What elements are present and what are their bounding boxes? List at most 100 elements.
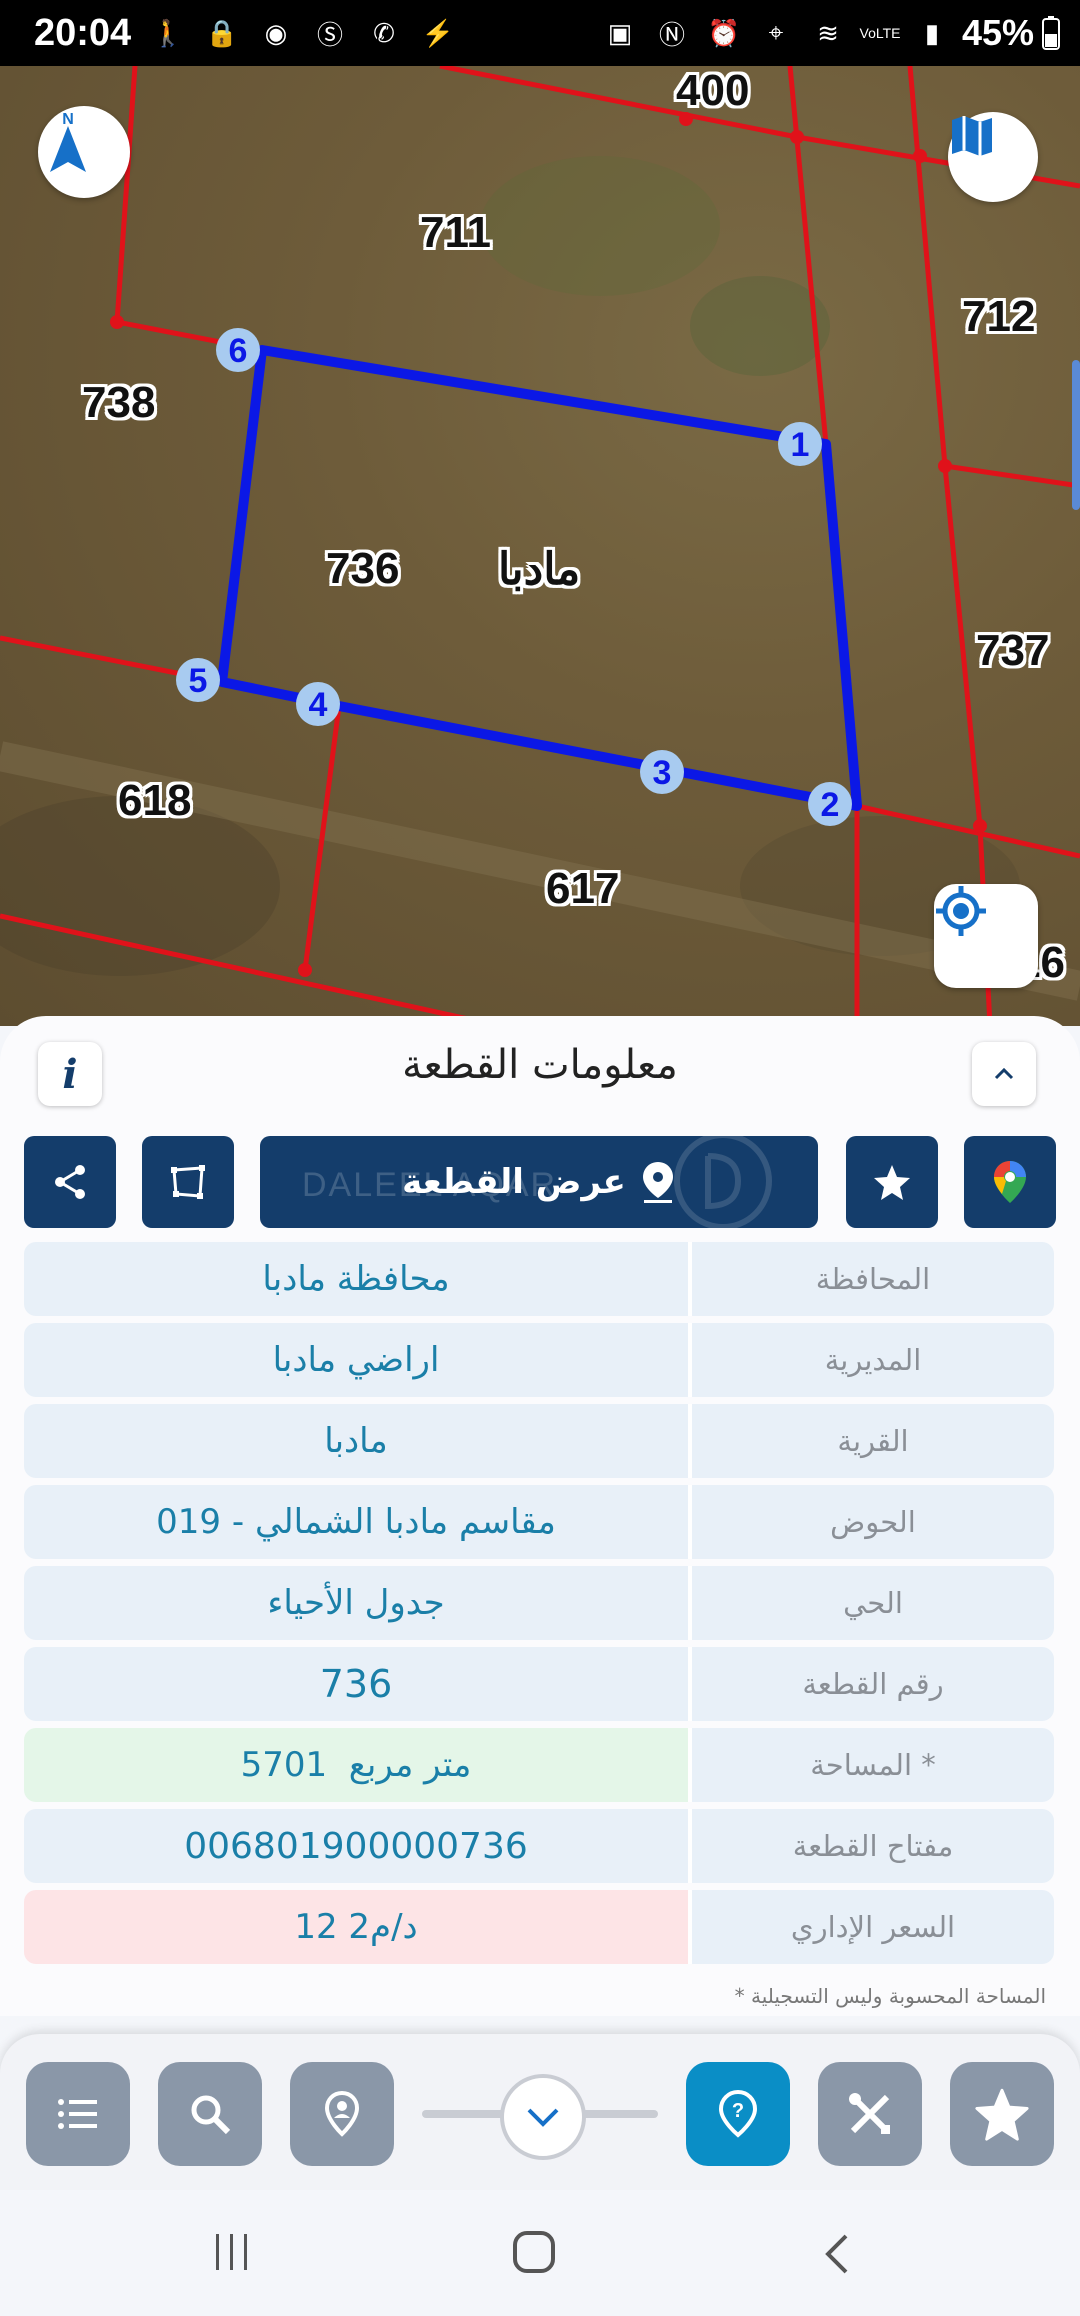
lot-label: 617 xyxy=(546,864,620,913)
vertex-marker-6[interactable]: 6 xyxy=(216,328,260,372)
help-pin-icon: ? xyxy=(718,2089,758,2138)
search-icon xyxy=(191,2095,231,2135)
tools-icon xyxy=(849,2093,890,2134)
system-nav-bar xyxy=(0,2190,1080,2316)
side-handle[interactable] xyxy=(1072,360,1080,510)
lot-label: 711 xyxy=(420,208,491,257)
search-button[interactable] xyxy=(158,2062,262,2166)
vertex-marker-4[interactable]: 4 xyxy=(296,682,340,726)
status-bar: 20:04 🚶 🔒 ◉ Ⓢ ✆ ⚡ ▣ Ⓝ ⏰ ⌖ ≋ VoLTE ▮ 45% xyxy=(0,0,1080,66)
detail-key: المديرية xyxy=(692,1323,1054,1397)
detail-row-village: مادبا القرية xyxy=(24,1404,1054,1478)
battery-icon xyxy=(1042,16,1060,50)
svg-text:5: 5 xyxy=(189,662,208,700)
detail-value: جدول الأحياء xyxy=(24,1566,692,1640)
back-icon[interactable] xyxy=(822,2232,852,2276)
recent-apps-icon[interactable] xyxy=(212,2232,252,2272)
lot-label: 712 xyxy=(962,292,1036,341)
polygon-icon xyxy=(171,1165,205,1199)
home-icon[interactable] xyxy=(512,2230,556,2274)
chevron-down-icon xyxy=(527,2108,559,2127)
tools-button[interactable] xyxy=(818,2062,922,2166)
detail-row-governorate: محافظة مادبا المحافظة xyxy=(24,1242,1054,1316)
lot-label: 618 xyxy=(118,776,192,825)
detail-key: الحوض xyxy=(692,1485,1054,1559)
detail-row-admin-price: 12 د/م2 السعر الإداري xyxy=(24,1890,1054,1964)
detail-key: رقم القطعة xyxy=(692,1647,1054,1721)
app-icon: ◉ xyxy=(264,17,288,48)
star-icon xyxy=(874,1165,910,1200)
detail-row-parcel-number: 736 رقم القطعة xyxy=(24,1647,1054,1721)
detail-row-area: 5701 متر مربع المساحة * xyxy=(24,1728,1054,1802)
parcel-details-table: محافظة مادبا المحافظة اراضي مادبا المدير… xyxy=(24,1242,1054,1971)
polygon-button[interactable] xyxy=(142,1136,234,1228)
location-pin-button[interactable] xyxy=(290,2062,394,2166)
detail-row-basin: مقاسم مادبا الشمالي - 019 الحوض xyxy=(24,1485,1054,1559)
vertex-marker-1[interactable]: 1 xyxy=(778,422,822,466)
panel-title: معلومات القطعة xyxy=(402,1042,678,1088)
battery-indicator: 45% xyxy=(962,12,1060,54)
detail-value: محافظة مادبا xyxy=(24,1242,692,1316)
detail-value: مادبا xyxy=(24,1404,692,1478)
lot-label: 736 xyxy=(326,544,400,593)
android-icon: ▣ xyxy=(607,17,633,48)
lock-icon: 🔒 xyxy=(205,17,239,48)
show-parcel-button[interactable]: DALEEL AQAR عرض القطعة xyxy=(260,1136,818,1228)
google-maps-button[interactable] xyxy=(964,1136,1056,1228)
volte-icon: VoLTE xyxy=(859,25,901,41)
status-right-icons: ▣ Ⓝ ⏰ ⌖ ≋ VoLTE ▮ xyxy=(602,14,950,52)
detail-value: 5701 متر مربع xyxy=(24,1728,692,1802)
location-icon: ⌖ xyxy=(768,17,784,47)
svg-text:?: ? xyxy=(732,2100,744,2122)
detail-key: المحافظة xyxy=(692,1242,1054,1316)
list-button[interactable] xyxy=(26,2062,130,2166)
detail-row-neighborhood: جدول الأحياء الحي xyxy=(24,1566,1054,1640)
detail-key: السعر الإداري xyxy=(692,1890,1054,1964)
crosshair-icon xyxy=(936,886,986,936)
wifi-icon: ≋ xyxy=(817,17,839,48)
vertex-marker-2[interactable]: 2 xyxy=(808,782,852,826)
svg-text:N: N xyxy=(62,111,74,128)
expand-toggle-button[interactable] xyxy=(500,2074,586,2160)
compass-button[interactable]: N xyxy=(38,106,130,198)
detail-value: 736 xyxy=(24,1647,692,1721)
vertex-marker-5[interactable]: 5 xyxy=(176,658,220,702)
detail-key: القرية xyxy=(692,1404,1054,1478)
parcel-map[interactable]: 1 2 3 4 5 6 400 711 712 738 736 مادبا 73… xyxy=(0,66,1080,1026)
svg-text:3: 3 xyxy=(653,754,672,792)
vertex-marker-3[interactable]: 3 xyxy=(640,750,684,794)
share-icon xyxy=(55,1165,85,1199)
walk-icon: 🚶 xyxy=(151,17,185,48)
detail-row-parcel-key: 006801900000736 مفتاح القطعة xyxy=(24,1809,1054,1883)
lot-label: مادبا xyxy=(498,545,581,594)
area-footnote: * المساحة المحسوبة وليس التسجيلية xyxy=(734,1984,1046,2008)
bolt-icon: ⚡ xyxy=(421,17,455,48)
detail-key: مفتاح القطعة xyxy=(692,1809,1054,1883)
star-icon xyxy=(975,2088,1029,2141)
map-layers-button[interactable] xyxy=(948,112,1038,202)
favorites-button[interactable] xyxy=(950,2062,1054,2166)
signal-icon: ▮ xyxy=(924,17,940,48)
battery-percent: 45% xyxy=(961,12,1034,53)
google-maps-icon xyxy=(994,1161,1026,1203)
lot-label: 738 xyxy=(82,378,156,427)
lot-label: 737 xyxy=(976,626,1050,675)
share-button[interactable] xyxy=(24,1136,116,1228)
svg-text:1: 1 xyxy=(791,426,810,464)
viber-icon: ✆ xyxy=(373,17,395,48)
watermark-logo xyxy=(674,1136,772,1228)
location-pin-icon xyxy=(324,2090,360,2137)
nfc-icon: Ⓝ xyxy=(658,19,685,50)
detail-value: مقاسم مادبا الشمالي - 019 xyxy=(24,1485,692,1559)
map-pin-icon xyxy=(642,1162,673,1203)
favorite-button[interactable] xyxy=(846,1136,938,1228)
lot-label: 400 xyxy=(676,66,750,115)
svg-text:6: 6 xyxy=(229,332,248,370)
collapse-panel-button[interactable] xyxy=(972,1042,1036,1106)
detail-key: المساحة * xyxy=(692,1728,1054,1802)
map-layers-icon xyxy=(952,116,992,156)
bottom-toolbar: ? xyxy=(0,2034,1080,2190)
my-location-button[interactable] xyxy=(934,884,1038,988)
status-left-icons: 🚶 🔒 ◉ Ⓢ ✆ ⚡ xyxy=(150,14,456,52)
help-button[interactable]: ? xyxy=(686,2062,790,2166)
